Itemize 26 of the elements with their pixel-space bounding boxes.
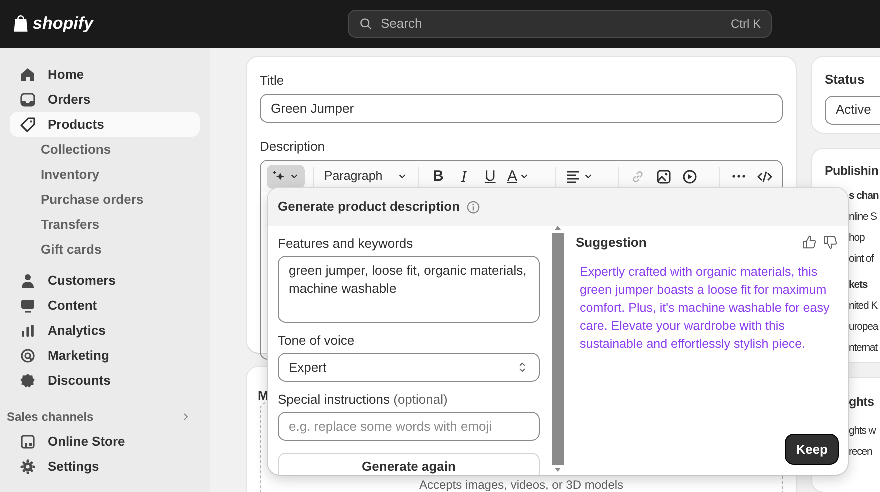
field-label: Special instructions bbox=[278, 392, 390, 407]
popover-title: Generate product description bbox=[278, 198, 460, 216]
upload-hint: Accepts images, videos, or 3D models bbox=[419, 478, 624, 492]
list-text: uropea bbox=[849, 320, 878, 335]
suggestion-title: Suggestion bbox=[576, 234, 647, 252]
list-text: nternat bbox=[849, 340, 878, 356]
list-text: oint of bbox=[849, 252, 874, 267]
card-title: ghts bbox=[849, 394, 874, 412]
shortcut-hint: Ctrl K bbox=[731, 16, 761, 33]
list-text: ghts w bbox=[849, 424, 876, 440]
card-title: Publishin bbox=[825, 163, 879, 180]
optional-hint: (optional) bbox=[394, 392, 448, 407]
field-label: Tone of voice bbox=[278, 333, 356, 349]
logo-text: shopify bbox=[33, 13, 94, 36]
suggestion-text: Expertly crafted with organic materials, this green jumper boasts a loose fit for maximum comfort. Plus, it's machine washable for easy care. Elevate your wardrobe with this sustainable and effortlessly stylish piece. bbox=[579, 264, 831, 353]
field-label: Features and keywords bbox=[278, 236, 414, 252]
section-heading: Sales channels bbox=[7, 409, 94, 426]
list-text: recen bbox=[849, 445, 872, 460]
list-text: nline S bbox=[849, 210, 877, 225]
field-label: Description bbox=[260, 138, 326, 156]
list-text: hop bbox=[849, 230, 865, 246]
field-label: Title bbox=[260, 72, 286, 90]
section-heading: kets bbox=[849, 278, 868, 293]
section-heading: s chan bbox=[849, 188, 879, 204]
card-title: Status bbox=[825, 71, 866, 89]
list-text: nited K bbox=[849, 298, 878, 314]
